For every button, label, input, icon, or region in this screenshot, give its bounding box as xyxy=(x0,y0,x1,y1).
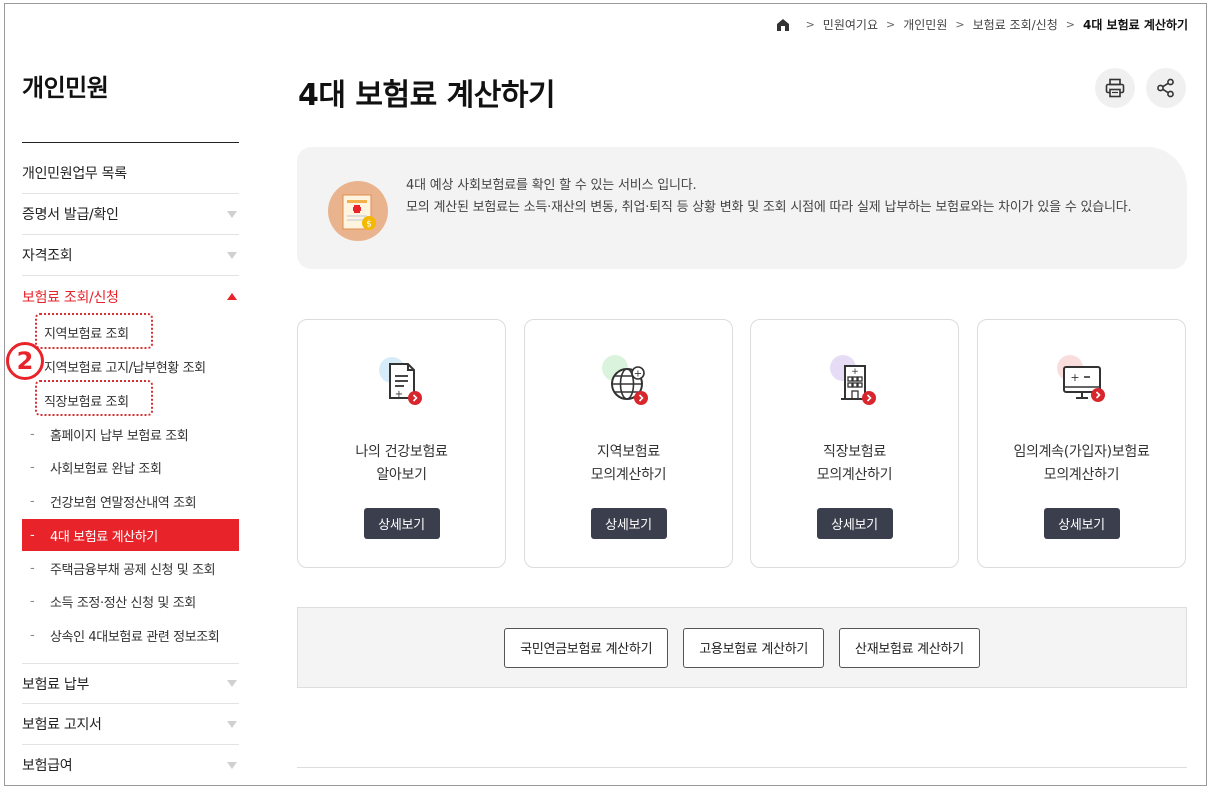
sidebar-title: 개인민원 xyxy=(22,74,109,102)
notice-line: 모의 계산된 보험료는 소득·재산의 변동, 취업·퇴직 등 상황 변화 및 조… xyxy=(406,200,1132,215)
svg-text:+: + xyxy=(394,389,402,400)
insurance-document-icon: $ xyxy=(328,181,388,241)
industrial-accident-calc-button[interactable]: 산재보험료 계산하기 xyxy=(839,627,980,668)
breadcrumb-item[interactable]: 개인민원 xyxy=(903,16,947,33)
sidebar-item-premium-inquiry[interactable]: 보험료 조회/신청 xyxy=(22,276,239,317)
step-number-badge: 2 xyxy=(6,342,44,380)
divider xyxy=(297,767,1187,768)
card-label: 직장보험료 모의계산하기 xyxy=(816,444,893,483)
detail-button[interactable]: 상세보기 xyxy=(1043,508,1120,539)
svg-text:$: $ xyxy=(366,220,372,230)
detail-button[interactable]: 상세보기 xyxy=(816,508,893,539)
chevron-down-icon xyxy=(227,680,237,687)
sub-item-regional-bill-status[interactable]: 지역보험료 고지/납부현황 조회 xyxy=(22,351,239,381)
notice-text: 4대 예상 사회보험료를 확인 할 수 있는 서비스 입니다. 모의 계산된 보… xyxy=(406,175,1166,219)
sub-item-label: 4대 보험료 계산하기 xyxy=(50,529,158,545)
svg-text:+: + xyxy=(1070,371,1079,384)
sidebar-item-qualification[interactable]: 자격조회 xyxy=(22,235,239,276)
sub-item-label: 상속인 4대보험료 관련 정보조회 xyxy=(50,629,220,645)
globe-icon: + xyxy=(597,352,661,416)
sub-item-full-payment[interactable]: - 사회보험료 완납 조회 xyxy=(22,452,239,482)
divider xyxy=(22,142,239,143)
card-voluntary-premium: + 임의계속(가입자)보험료 모의계산하기 상세보기 xyxy=(977,319,1186,568)
card-label: 임의계속(가입자)보험료 모의계산하기 xyxy=(1013,444,1150,483)
sidebar-item-premium-bill[interactable]: 보험료 고지서 xyxy=(22,704,239,745)
chevron-right-icon: > xyxy=(1065,18,1075,31)
sub-item-year-end[interactable]: - 건강보험 연말정산내역 조회 xyxy=(22,486,239,516)
sidebar-item-label: 보험급여 xyxy=(22,758,73,774)
sidebar-item-label: 보험료 고지서 xyxy=(22,717,102,733)
notice-box: $ 4대 예상 사회보험료를 확인 할 수 있는 서비스 입니다. 모의 계산된… xyxy=(297,147,1187,269)
share-button[interactable] xyxy=(1146,68,1186,108)
chevron-down-icon xyxy=(227,251,237,259)
chevron-down-icon xyxy=(227,210,237,218)
card-label: 지역보험료 모의계산하기 xyxy=(590,444,667,483)
sidebar-item-benefits[interactable]: 보험급여 xyxy=(22,745,239,785)
building-icon: + xyxy=(823,352,887,416)
highlight-box xyxy=(35,380,153,416)
chevron-up-icon xyxy=(227,293,237,300)
calc-button-bar: 국민연금보험료 계산하기 고용보험료 계산하기 산재보험료 계산하기 xyxy=(297,607,1187,688)
sidebar-item-premium-payment[interactable]: 보험료 납부 xyxy=(22,663,239,704)
page-frame: > 민원여기요 > 개인민원 > 보험료 조회/신청 > 4대 보험료 계산하기… xyxy=(4,3,1207,786)
breadcrumb-item[interactable]: 민원여기요 xyxy=(823,16,878,33)
employment-calc-button[interactable]: 고용보험료 계산하기 xyxy=(683,627,825,668)
sidebar-item-label: 자격조회 xyxy=(22,248,73,264)
sub-item-label: 소득 조정·정산 신청 및 조회 xyxy=(50,595,196,611)
detail-button[interactable]: 상세보기 xyxy=(590,508,667,539)
sidebar-item-certificate[interactable]: 증명서 발급/확인 xyxy=(22,194,239,235)
breadcrumb: > 민원여기요 > 개인민원 > 보험료 조회/신청 > 4대 보험료 계산하기 xyxy=(776,16,1188,33)
card-my-health-premium: + 나의 건강보험료 알아보기 상세보기 xyxy=(297,319,506,568)
breadcrumb-current: 4대 보험료 계산하기 xyxy=(1082,18,1188,32)
share-icon xyxy=(1157,78,1174,98)
notice-line: 4대 예상 사회보험료를 확인 할 수 있는 서비스 입니다. xyxy=(406,178,697,193)
sub-item-label: 홈페이지 납부 보험료 조회 xyxy=(50,428,189,444)
sub-item-housing-debt[interactable]: - 주택금융부채 공제 신청 및 조회 xyxy=(22,553,239,583)
sub-item-label: 건강보험 연말정산내역 조회 xyxy=(50,495,197,511)
printer-icon xyxy=(1105,78,1125,98)
card-label: 나의 건강보험료 알아보기 xyxy=(355,444,448,483)
sidebar-item-label: 개인민원업무 목록 xyxy=(22,166,127,182)
svg-text:+: + xyxy=(633,369,641,380)
breadcrumb-item[interactable]: 보험료 조회/신청 xyxy=(973,16,1058,33)
sub-item-label: 주택금융부채 공제 신청 및 조회 xyxy=(50,562,216,578)
sub-item-label: 사회보험료 완납 조회 xyxy=(50,461,162,477)
card-workplace-premium: + 직장보험료 모의계산하기 상세보기 xyxy=(750,319,959,568)
sidebar-item-label: 보험료 조회/신청 xyxy=(22,289,119,306)
page-title: 4대 보험료 계산하기 xyxy=(298,78,556,113)
sub-item-four-insurance-calc[interactable]: - 4대 보험료 계산하기 xyxy=(22,519,239,551)
chevron-down-icon xyxy=(227,761,237,769)
monitor-calc-icon: + xyxy=(1050,352,1114,416)
sub-item-heir-info[interactable]: - 상속인 4대보험료 관련 정보조회 xyxy=(22,620,239,650)
print-button[interactable] xyxy=(1095,68,1135,108)
chevron-right-icon: > xyxy=(886,18,896,31)
chevron-right-icon: > xyxy=(955,18,965,31)
sidebar-item-label: 보험료 납부 xyxy=(22,676,90,693)
home-icon[interactable] xyxy=(776,18,790,32)
highlight-box xyxy=(35,313,153,349)
chevron-down-icon xyxy=(227,720,237,728)
sub-item-income-adjust[interactable]: - 소득 조정·정산 신청 및 조회 xyxy=(22,586,239,616)
document-calc-icon: + xyxy=(370,352,434,416)
card-regional-premium: + 지역보험료 모의계산하기 상세보기 xyxy=(524,319,733,568)
chevron-right-icon: > xyxy=(805,18,815,31)
sidebar-item-label: 증명서 발급/확인 xyxy=(22,207,119,223)
pension-calc-button[interactable]: 국민연금보험료 계산하기 xyxy=(504,627,669,668)
sub-item-homepage-paid[interactable]: - 홈페이지 납부 보험료 조회 xyxy=(22,419,239,449)
sidebar-item-complaint-list[interactable]: 개인민원업무 목록 xyxy=(22,153,239,194)
sub-item-label: 지역보험료 고지/납부현황 조회 xyxy=(44,360,206,376)
detail-button[interactable]: 상세보기 xyxy=(363,508,440,539)
svg-text:+: + xyxy=(851,367,859,377)
